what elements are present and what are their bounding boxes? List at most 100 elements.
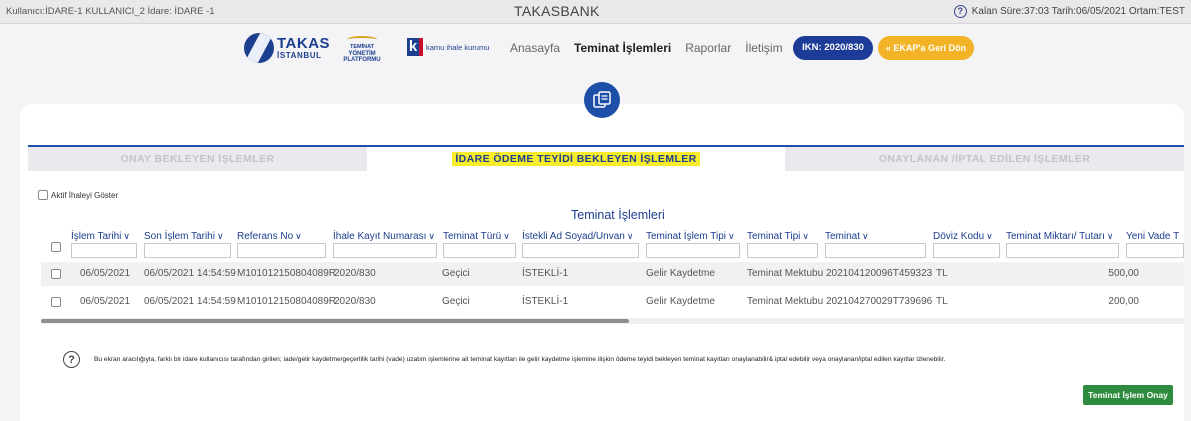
cell-islem-tipi: Gelir Kaydetme bbox=[646, 268, 715, 279]
info-text: Bu ekran aracılığıyla, farklı bir idare … bbox=[94, 356, 946, 363]
cell-teminat-tipi: Teminat Mektubu bbox=[747, 268, 824, 279]
filter-input-doviz-kodu[interactable] bbox=[933, 243, 1000, 258]
kik-logo-icon: k bbox=[407, 38, 423, 56]
aktif-ihale-toggle[interactable]: Aktif İhaleyi Göster bbox=[38, 190, 118, 200]
nav-item-anasayfa[interactable]: Anasayfa bbox=[510, 41, 560, 55]
chevron-down-icon: ∨ bbox=[728, 231, 735, 241]
chevron-down-icon: ∨ bbox=[503, 231, 510, 241]
cell-teminat-turu: Geçici bbox=[442, 296, 470, 307]
tab-idare-odeme-teyidi[interactable]: İDARE ÖDEME TEYİDİ BEKLEYEN İŞLEMLER bbox=[367, 147, 785, 171]
cell-teminat-turu: Geçici bbox=[442, 268, 470, 279]
session-info-group: ? Kalan Süre:37:03 Tarih:06/05/2021 Orta… bbox=[953, 5, 1185, 18]
filter-input-referans-no[interactable] bbox=[237, 243, 326, 258]
cell-doviz: TL bbox=[936, 296, 948, 307]
platform-logo-line2: YÖNETİM PLATFORMU bbox=[343, 50, 381, 64]
app-title: TAKASBANK bbox=[514, 3, 600, 19]
filter-input-son-islem-tarihi[interactable] bbox=[144, 243, 231, 258]
session-info: Kalan Süre:37:03 Tarih:06/05/2021 Ortam:… bbox=[971, 6, 1185, 17]
chevron-down-icon: ∨ bbox=[986, 231, 993, 241]
filter-input-teminat-tipi[interactable] bbox=[747, 243, 818, 258]
column-header-teminat-miktari[interactable]: Teminat Miktarı/ Tutarı ∨ bbox=[1006, 231, 1114, 242]
column-header-yeni-vade[interactable]: Yeni Vade T bbox=[1126, 231, 1188, 242]
filter-input-teminat[interactable] bbox=[825, 243, 926, 258]
chevron-down-icon: ∨ bbox=[295, 231, 302, 241]
filter-input-ihale-kayit-no[interactable] bbox=[333, 243, 437, 258]
filter-input-islem-tipi[interactable] bbox=[646, 243, 740, 258]
table-row[interactable]: 06/05/2021 06/05/2021 14:54:59 M10101215… bbox=[41, 262, 1184, 286]
column-label: İşlem Tarihi bbox=[71, 231, 122, 242]
nav-item-teminat-islemleri[interactable]: Teminat İşlemleri bbox=[574, 41, 671, 55]
cell-islem-tarihi: 06/05/2021 bbox=[80, 268, 131, 279]
platform-logo-icon bbox=[347, 36, 377, 43]
cell-referans-no: M101012150804089R bbox=[237, 296, 336, 307]
documents-icon bbox=[584, 82, 620, 118]
filter-input-teminat-turu[interactable] bbox=[443, 243, 516, 258]
column-label: İstekli Ad Soyad/Unvan bbox=[522, 231, 625, 242]
cell-ihale-kayit-no: 2020/830 bbox=[334, 268, 376, 279]
cell-tutar: 500,00 bbox=[1108, 268, 1139, 279]
column-header-islem-tipi[interactable]: Teminat İşlem Tipi ∨ bbox=[646, 231, 735, 242]
horizontal-scrollbar[interactable] bbox=[41, 318, 1184, 324]
cell-istekli: İSTEKLİ-1 bbox=[522, 296, 569, 307]
tab-onay-bekleyen[interactable]: ONAY BEKLEYEN İŞLEMLER bbox=[28, 147, 367, 171]
kik-logo: k kamu ihale kurumu bbox=[407, 38, 489, 56]
table-row[interactable]: 06/05/2021 06/05/2021 14:54:59 M10101215… bbox=[41, 290, 1184, 314]
filter-input-istekli[interactable] bbox=[522, 243, 639, 258]
column-label: Referans No bbox=[237, 231, 294, 242]
chevron-down-icon: ∨ bbox=[626, 231, 634, 241]
chevron-down-icon: ∨ bbox=[1106, 231, 1114, 241]
column-label: Son İşlem Tarihi bbox=[144, 231, 215, 242]
cell-teminat: 202104120096T459323 bbox=[826, 268, 933, 279]
chevron-down-icon: ∨ bbox=[123, 231, 130, 241]
column-header-istekli[interactable]: İstekli Ad Soyad/Unvan ∨ bbox=[522, 231, 633, 242]
cell-doviz: TL bbox=[936, 268, 948, 279]
istanbul-logo-text: İSTANBUL bbox=[277, 51, 322, 60]
column-label: Döviz Kodu bbox=[933, 231, 985, 242]
column-header-ihale-kayit-no[interactable]: İhale Kayıt Numarası ∨ bbox=[333, 231, 435, 242]
column-label: Teminat İşlem Tipi bbox=[646, 231, 727, 242]
filter-input-teminat-miktari[interactable] bbox=[1006, 243, 1119, 258]
column-header-islem-tarihi[interactable]: İşlem Tarihi ∨ bbox=[71, 231, 130, 242]
row-checkbox[interactable] bbox=[51, 269, 61, 279]
chevron-down-icon: ∨ bbox=[862, 231, 869, 241]
chevron-down-icon: ∨ bbox=[216, 231, 224, 241]
takas-istanbul-logo[interactable]: TAKAS İSTANBUL bbox=[244, 33, 330, 63]
column-header-son-islem-tarihi[interactable]: Son İşlem Tarihi ∨ bbox=[144, 231, 224, 242]
scrollbar-thumb[interactable] bbox=[41, 319, 629, 323]
column-label: Teminat Miktarı/ Tutarı bbox=[1006, 231, 1105, 242]
nav-item-raporlar[interactable]: Raporlar bbox=[685, 41, 731, 55]
cell-teminat-tipi: Teminat Mektubu bbox=[747, 296, 824, 307]
column-header-teminat-tipi[interactable]: Teminat Tipi ∨ bbox=[747, 231, 809, 242]
column-label: Teminat Tipi bbox=[747, 231, 801, 242]
info-message: ? Bu ekran aracılığıyla, farklı bir idar… bbox=[63, 351, 945, 368]
takas-logo-icon bbox=[244, 33, 274, 63]
main-menu: Anasayfa Teminat İşlemleri Raporlar İlet… bbox=[510, 41, 783, 55]
cell-ihale-kayit-no: 2020/830 bbox=[334, 296, 376, 307]
nav-item-iletisim[interactable]: İletişim bbox=[745, 41, 782, 55]
top-bar: Kullanıcı:İDARE-1 KULLANICI_2 İdare: İDA… bbox=[0, 0, 1191, 24]
filter-input-yeni-vade[interactable] bbox=[1126, 243, 1184, 258]
column-header-teminat-turu[interactable]: Teminat Türü ∨ bbox=[443, 231, 510, 242]
tab-bar: ONAY BEKLEYEN İŞLEMLER İDARE ÖDEME TEYİD… bbox=[28, 145, 1184, 171]
tab-onaylanan-iptal[interactable]: ONAYLANAN /İPTAL EDİLEN İŞLEMLER bbox=[785, 147, 1184, 171]
column-label: Teminat bbox=[825, 231, 861, 242]
column-header-doviz-kodu[interactable]: Döviz Kodu ∨ bbox=[933, 231, 993, 242]
column-header-referans-no[interactable]: Referans No ∨ bbox=[237, 231, 302, 242]
main-header: TAKAS İSTANBUL TEMİNAT YÖNETİM PLATFORMU… bbox=[0, 24, 1191, 74]
kik-logo-text: kamu ihale kurumu bbox=[426, 42, 490, 52]
cell-islem-tipi: Gelir Kaydetme bbox=[646, 296, 715, 307]
row-checkbox[interactable] bbox=[51, 297, 61, 307]
filter-input-islem-tarihi[interactable] bbox=[71, 243, 137, 258]
cell-teminat: 202104270029T739696 bbox=[826, 296, 933, 307]
ikn-button[interactable]: IKN: 2020/830 bbox=[793, 36, 873, 60]
ekap-back-button[interactable]: « EKAP'a Geri Dön bbox=[878, 36, 974, 60]
teminat-islem-onay-button[interactable]: Teminat İşlem Onay bbox=[1083, 385, 1173, 405]
cell-referans-no: M101012150804089R bbox=[237, 268, 336, 279]
aktif-ihale-checkbox[interactable] bbox=[38, 190, 48, 200]
cell-son-islem-tarihi: 06/05/2021 14:54:59 bbox=[144, 268, 236, 279]
select-all-checkbox[interactable] bbox=[51, 242, 61, 252]
teminat-platform-logo: TEMİNAT YÖNETİM PLATFORMU bbox=[330, 36, 394, 63]
help-icon[interactable]: ? bbox=[953, 5, 967, 18]
column-header-teminat[interactable]: Teminat ∨ bbox=[825, 231, 869, 242]
tab-idare-odeme-teyidi-label: İDARE ÖDEME TEYİDİ BEKLEYEN İŞLEMLER bbox=[452, 152, 700, 166]
